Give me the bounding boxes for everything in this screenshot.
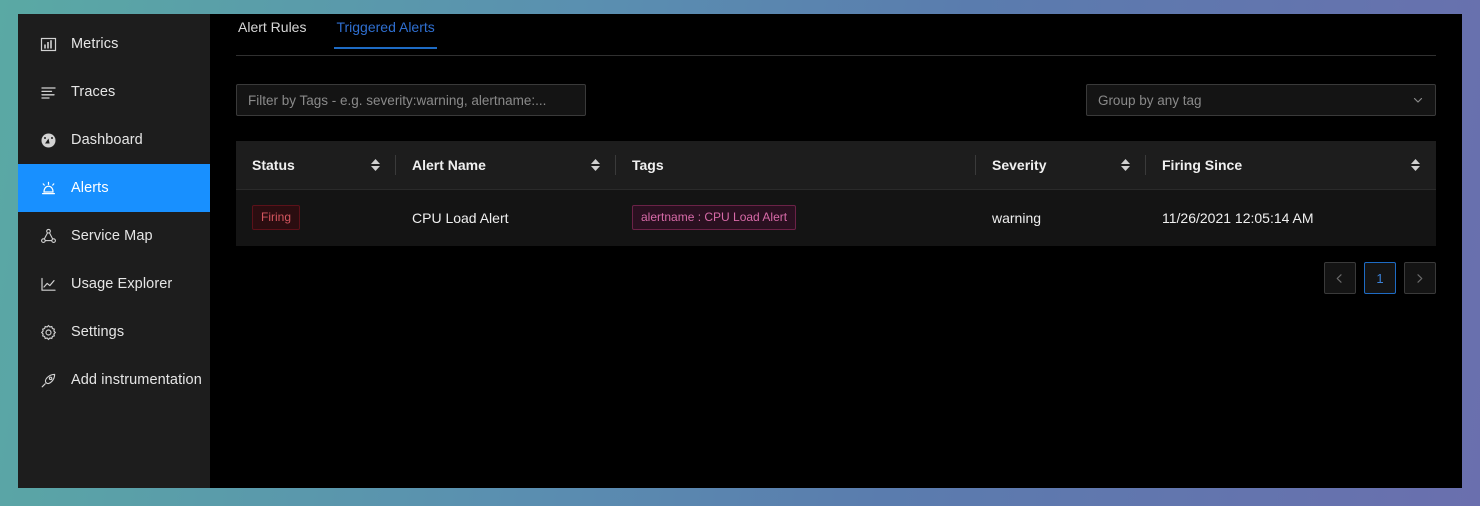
list-lines-icon	[40, 84, 57, 101]
column-label: Tags	[632, 156, 664, 173]
cell-firing-since: 11/26/2021 12:05:14 AM	[1146, 189, 1436, 246]
tab-triggered-alerts[interactable]: Triggered Alerts	[334, 19, 438, 50]
column-header-firing-since[interactable]: Firing Since	[1146, 141, 1436, 190]
column-label: Alert Name	[412, 156, 486, 173]
sidebar-item-label: Metrics	[71, 36, 119, 52]
sidebar-item-traces[interactable]: Traces	[18, 68, 210, 116]
cell-status: Firing	[236, 189, 396, 246]
sidebar-item-label: Dashboard	[71, 132, 143, 148]
app-window: Metrics Traces Dashboard Alerts Service …	[18, 14, 1462, 488]
sidebar-item-add-instrumentation[interactable]: Add instrumentation	[18, 356, 210, 404]
sidebar-item-label: Traces	[71, 84, 116, 100]
sidebar-item-label: Add instrumentation	[71, 372, 202, 388]
gear-icon	[40, 324, 57, 341]
sort-toggle-firing-since[interactable]	[1410, 158, 1420, 171]
tab-alert-rules[interactable]: Alert Rules	[236, 19, 308, 48]
cell-alert-name: CPU Load Alert	[396, 189, 616, 246]
pagination-next-button[interactable]	[1403, 262, 1436, 294]
rocket-icon	[40, 372, 57, 389]
filter-bar: Group by any tag	[236, 84, 1436, 116]
column-header-tags[interactable]: Tags	[616, 141, 976, 190]
pagination-prev-button[interactable]	[1323, 262, 1356, 294]
chevron-down-icon	[1412, 94, 1424, 106]
sort-toggle-alert-name[interactable]	[591, 158, 600, 171]
sidebar-item-label: Alerts	[71, 180, 109, 196]
sidebar-item-usage-explorer[interactable]: Usage Explorer	[18, 260, 210, 308]
alerts-tabs: Alert Rules Triggered Alerts	[236, 14, 1436, 56]
sidebar-item-label: Service Map	[71, 228, 153, 244]
pagination-page-1[interactable]: 1	[1363, 262, 1396, 294]
sort-toggle-status[interactable]	[371, 158, 380, 171]
sidebar-item-alerts[interactable]: Alerts	[18, 164, 210, 212]
cell-tags: alertname : CPU Load Alert	[616, 189, 976, 246]
pagination: 1	[236, 262, 1436, 294]
node-network-icon	[40, 228, 57, 245]
line-chart-icon	[40, 276, 57, 293]
tag-filter-input[interactable]	[236, 84, 586, 116]
table-body: Firing CPU Load Alert alertname : CPU Lo…	[236, 189, 1436, 246]
column-header-severity[interactable]: Severity	[976, 141, 1146, 190]
sidebar-item-metrics[interactable]: Metrics	[18, 20, 210, 68]
sidebar-nav: Metrics Traces Dashboard Alerts Service …	[18, 14, 210, 488]
bar-chart-icon	[40, 36, 57, 53]
main-content: Alert Rules Triggered Alerts Group by an…	[210, 14, 1462, 488]
tag-chip[interactable]: alertname : CPU Load Alert	[632, 205, 797, 231]
column-header-status[interactable]: Status	[236, 141, 396, 190]
sidebar-item-service-map[interactable]: Service Map	[18, 212, 210, 260]
table-header-row: Status Alert Name Tags Severity Firing S…	[236, 141, 1436, 190]
sidebar-item-dashboard[interactable]: Dashboard	[18, 116, 210, 164]
dashboard-gauge-icon	[40, 132, 57, 149]
group-by-value: Group by any tag	[1097, 92, 1202, 108]
chevron-left-icon	[1334, 273, 1345, 284]
triggered-alerts-table: Status Alert Name Tags Severity Firing S…	[236, 141, 1436, 246]
alarm-light-icon	[40, 180, 57, 197]
sidebar-item-settings[interactable]: Settings	[18, 308, 210, 356]
column-header-alert-name[interactable]: Alert Name	[396, 141, 616, 190]
sort-toggle-severity[interactable]	[1121, 158, 1130, 171]
column-label: Severity	[992, 156, 1047, 173]
sidebar-item-label: Usage Explorer	[71, 276, 173, 292]
cell-severity: warning	[976, 189, 1146, 246]
column-label: Firing Since	[1162, 156, 1243, 173]
group-by-select[interactable]: Group by any tag	[1085, 84, 1436, 116]
column-label: Status	[252, 156, 295, 173]
sidebar-item-label: Settings	[71, 324, 125, 340]
status-badge: Firing	[252, 205, 301, 231]
table-row[interactable]: Firing CPU Load Alert alertname : CPU Lo…	[236, 189, 1436, 246]
chevron-right-icon	[1414, 273, 1425, 284]
table-head: Status Alert Name Tags Severity Firing S…	[236, 141, 1436, 190]
